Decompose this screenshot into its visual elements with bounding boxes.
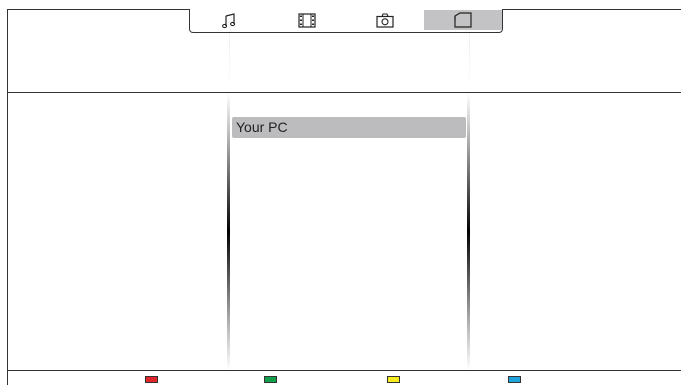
frame-bottom-line xyxy=(7,370,681,371)
blue-key-button[interactable] xyxy=(508,376,521,383)
folder-icon xyxy=(453,12,473,28)
green-key-button[interactable] xyxy=(264,376,277,383)
source-tab-bar xyxy=(189,9,503,33)
tab-video[interactable] xyxy=(268,9,346,32)
frame-left-line xyxy=(7,9,8,385)
list-item-your-pc[interactable]: Your PC xyxy=(232,117,466,138)
source-list: Your PC xyxy=(232,117,466,138)
tab-music[interactable] xyxy=(190,9,268,32)
header-divider xyxy=(7,92,681,93)
media-browser-screen: Your PC xyxy=(0,0,681,385)
camera-icon xyxy=(376,13,394,28)
tab-photo[interactable] xyxy=(346,9,424,32)
music-note-icon xyxy=(222,12,236,29)
red-key-button[interactable] xyxy=(145,376,158,383)
film-strip-icon xyxy=(298,13,316,28)
tab-folder[interactable] xyxy=(424,10,502,30)
column-divider-right xyxy=(467,93,470,370)
column-divider-left xyxy=(227,93,230,370)
yellow-key-button[interactable] xyxy=(387,376,400,383)
